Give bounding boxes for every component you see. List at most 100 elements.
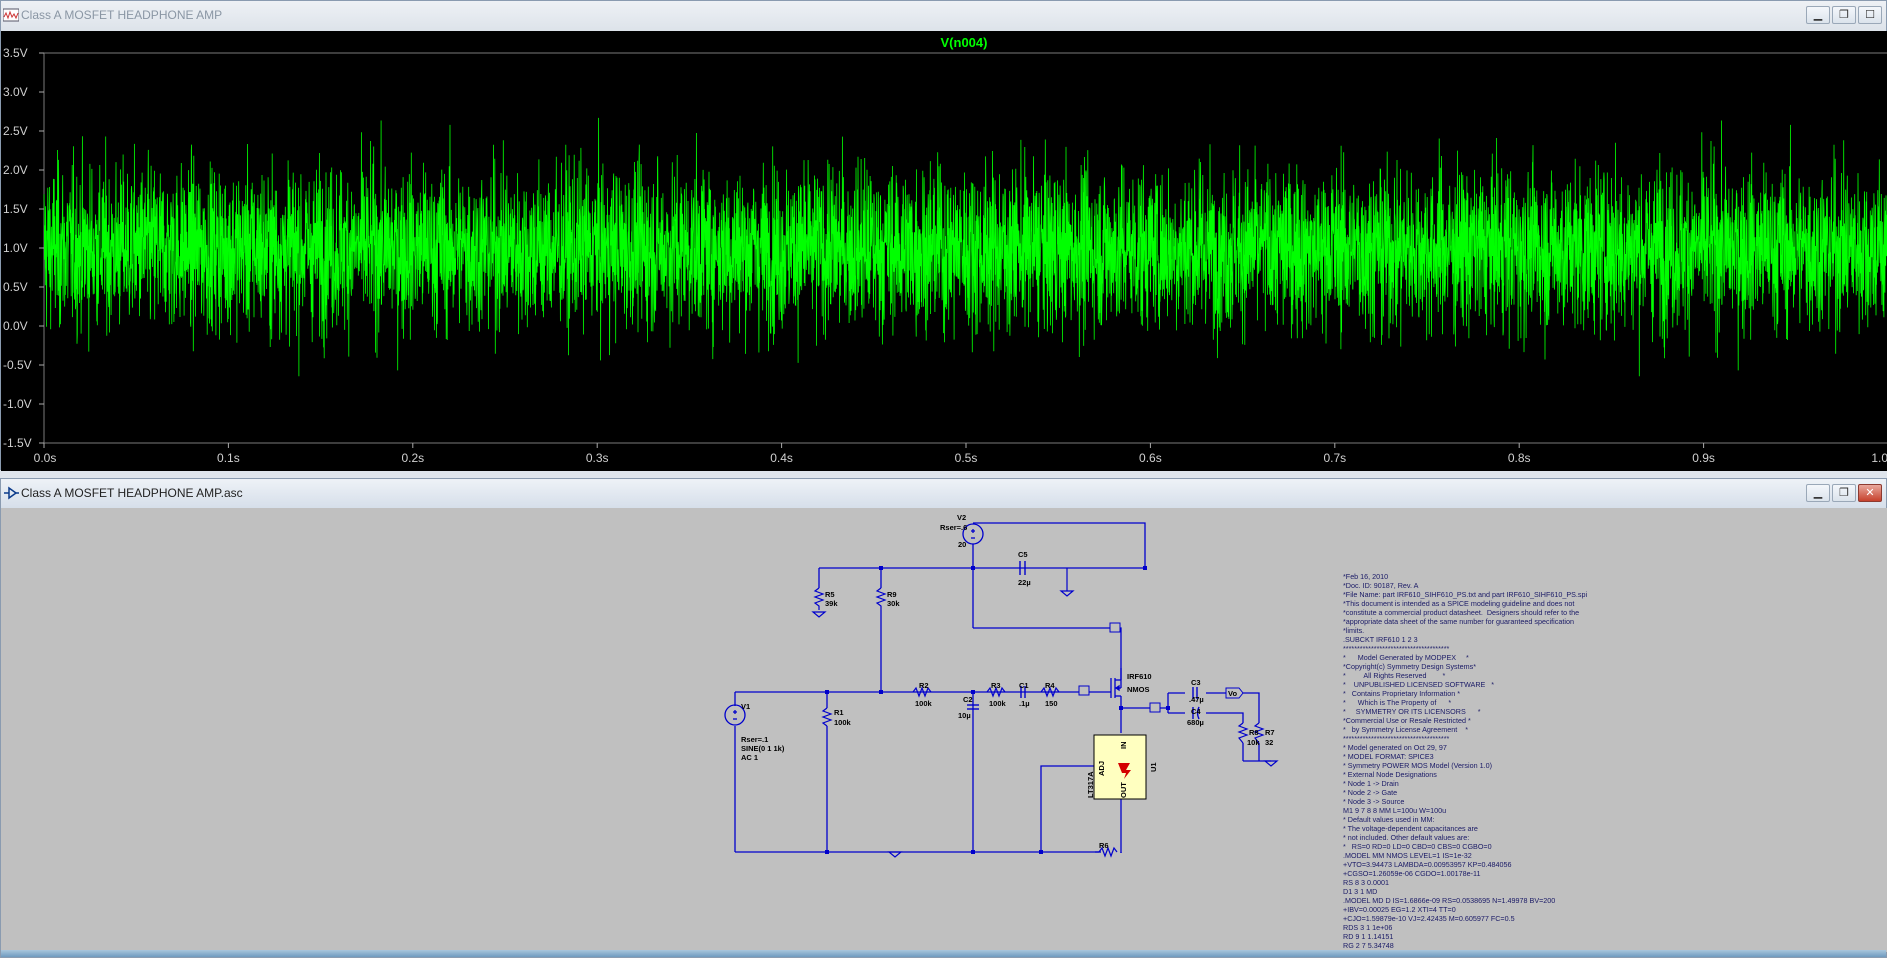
resistor-r1 — [821, 707, 833, 727]
y-tick-label: 2.0V — [3, 163, 28, 177]
label-u1-name: U1 — [1149, 762, 1158, 772]
close-button[interactable]: ✕ — [1858, 484, 1882, 502]
schematic-canvas[interactable]: V2 Rser=.6 20 C5 22µ R5 39k R9 30k V1 Rs… — [1, 508, 1887, 952]
netlist-line: * RS=0 RD=0 LD=0 CBD=0 CBS=0 CGBO=0 — [1343, 842, 1492, 851]
netlist-line: +VTO=3.94473 LAMBDA=0.00953957 KP=0.4840… — [1343, 860, 1512, 869]
netlist-line: D1 3 1 MD — [1343, 887, 1378, 896]
label-c3-value: .47µ — [1189, 695, 1204, 704]
netlist-line: *File Name: part IRF610_SIHF610_PS.txt a… — [1343, 590, 1588, 599]
y-tick-label: 2.5V — [3, 124, 28, 138]
netlist-line: ************************************** — [1343, 734, 1450, 743]
netlist-line: * SYMMETRY OR ITS LICENSORS * — [1343, 707, 1481, 716]
label-c1-value: .1µ — [1019, 699, 1030, 708]
netlist-line: * Model generated on Oct 29, 97 — [1343, 743, 1447, 752]
netlist-line: * by Symmetry License Agreement * — [1343, 725, 1469, 734]
netlist-line: RD 9 1 1.14151 — [1343, 932, 1394, 941]
netlist-line: * MODEL FORMAT: SPICE3 — [1343, 752, 1434, 761]
label-v2-value: 20 — [958, 540, 967, 549]
x-tick-label: 0.9s — [1692, 451, 1715, 465]
waveform-plot[interactable]: V(n004) 3.5V 3.0V 2.5V 2.0V 1.5V 1.0V 0.5V 0.0V -… — [1, 31, 1887, 471]
x-tick-label: 1.0 — [1871, 451, 1887, 465]
label-r8-name: R8 — [1249, 728, 1259, 737]
label-v1-param-3: AC 1 — [741, 753, 759, 762]
netlist-line: * Which is The Property of * — [1343, 698, 1452, 707]
resistor-r9 — [875, 587, 887, 610]
x-tick-label: 0.2s — [401, 451, 424, 465]
x-tick-label: 0.4s — [770, 451, 793, 465]
minimize-button[interactable]: ▁ — [1806, 6, 1830, 24]
waveform-app-icon — [3, 8, 19, 22]
waveform-window-title: Class A MOSFET HEADPHONE AMP — [21, 8, 223, 22]
label-u1-pin-adj: ADJ — [1097, 760, 1106, 776]
y-tick-label: 3.0V — [3, 85, 28, 99]
x-tick-label: 0.3s — [586, 451, 609, 465]
netlist-line: *constitute a commercial product datashe… — [1343, 608, 1580, 617]
y-tick-label: -1.0V — [3, 397, 32, 411]
maximize-button[interactable]: ☐ — [1858, 6, 1882, 24]
label-r9-name: R9 — [887, 590, 897, 599]
series-line-vn004[interactable] — [43, 117, 1887, 377]
label-v1-param-1: Rser=.1 — [741, 735, 769, 744]
spice-model-netlist[interactable]: *Feb 16, 2010 *Doc. ID: 90187, Rev. A *Fil… — [1343, 572, 1587, 950]
netlist-line: * not included. Other default values are… — [1343, 833, 1470, 842]
label-r1-value: 100k — [834, 718, 851, 727]
netlist-line: *Commercial Use or Resale Restricted * — [1343, 716, 1471, 725]
label-v1-name: V1 — [741, 702, 751, 711]
label-c2-name: C2 — [963, 695, 973, 704]
y-tick-label: -1.5V — [3, 436, 32, 450]
minimize-button[interactable]: ▁ — [1806, 484, 1830, 502]
netlist-line: * External Node Designations — [1343, 770, 1437, 779]
label-r2-name: R2 — [919, 681, 929, 690]
ground-bottom — [887, 851, 903, 858]
schematic-titlebar[interactable]: Class A MOSFET HEADPHONE AMP.asc ▁ ❐ ✕ — [1, 479, 1886, 508]
netlist-line: +IBV=0.00025 EG=1.2 XTI=4 TT=0 — [1343, 905, 1456, 914]
label-u1-pin-out: OUT — [1119, 782, 1128, 798]
ground-r8 — [1263, 760, 1279, 767]
netlist-line: *Feb 16, 2010 — [1343, 572, 1389, 581]
x-tick-label: 0.0s — [34, 451, 57, 465]
ground-r5 — [811, 611, 827, 618]
label-v2-param: Rser=.6 — [940, 523, 968, 532]
label-r4-value: 150 — [1045, 699, 1058, 708]
label-r4-name: R4 — [1045, 681, 1055, 690]
netlist-line: * Model Generated by MODPEX * — [1343, 653, 1469, 662]
label-r6-name: R6 — [1099, 841, 1109, 850]
netlist-line: .SUBCKT IRF610 1 2 3 — [1343, 635, 1418, 644]
label-net-vo: Vo — [1228, 689, 1238, 698]
y-tick-label: 1.5V — [3, 202, 28, 216]
restore-button[interactable]: ❐ — [1832, 484, 1856, 502]
x-tick-label: 0.6s — [1139, 451, 1162, 465]
x-tick-label: 0.8s — [1508, 451, 1531, 465]
ground-c5 — [1059, 590, 1075, 597]
label-r7-name: R7 — [1265, 728, 1275, 737]
wire-junctions — [825, 566, 1170, 854]
waveform-titlebar[interactable]: Class A MOSFET HEADPHONE AMP ▁ ❐ ☐ — [1, 1, 1886, 31]
y-tick-label: 1.0V — [3, 241, 28, 255]
mosfet-irf610[interactable] — [1110, 668, 1122, 698]
netlist-line: RS 8 3 0.0001 — [1343, 878, 1389, 887]
netlist-line: * The voltage-dependent capacitances are — [1343, 824, 1478, 833]
label-r5-name: R5 — [825, 590, 835, 599]
netlist-line: .MODEL MD D IS=1.6866e-09 RS=0.0538695 N… — [1343, 896, 1556, 905]
net-flags — [1078, 622, 1244, 713]
x-tick-label: 0.5s — [955, 451, 978, 465]
y-tick-label: 0.0V — [3, 319, 28, 333]
netlist-line: M1 9 7 8 8 MM L=100u W=100u — [1343, 806, 1447, 815]
label-r5-value: 39k — [825, 599, 838, 608]
netlist-line: * All Rights Reserved * — [1343, 671, 1446, 680]
label-r7-value: 32 — [1265, 738, 1274, 747]
netlist-line: * Contains Proprietary Information * — [1343, 689, 1461, 698]
schematic-wires — [734, 522, 1271, 853]
restore-button[interactable]: ❐ — [1832, 6, 1856, 24]
label-r9-value: 30k — [887, 599, 900, 608]
label-u1-pin-in: IN — [1119, 741, 1128, 750]
schematic-app-icon — [4, 486, 19, 500]
netlist-line: ************************************** — [1343, 644, 1450, 653]
label-c1-name: C1 — [1019, 681, 1029, 690]
label-c5-name: C5 — [1018, 550, 1028, 559]
waveform-plot-area[interactable]: V(n004) 3.5V 3.0V 2.5V 2.0V 1.5V 1.0V 0.5V 0.0V -… — [1, 31, 1887, 471]
schematic-drawing[interactable] — [1, 508, 1887, 952]
netlist-line: *Doc. ID: 90187, Rev. A — [1343, 581, 1419, 590]
netlist-line: RG 2 7 5.34748 — [1343, 941, 1394, 950]
netlist-line: *Copyright(c) Symmetry Design Systems* — [1343, 662, 1477, 671]
